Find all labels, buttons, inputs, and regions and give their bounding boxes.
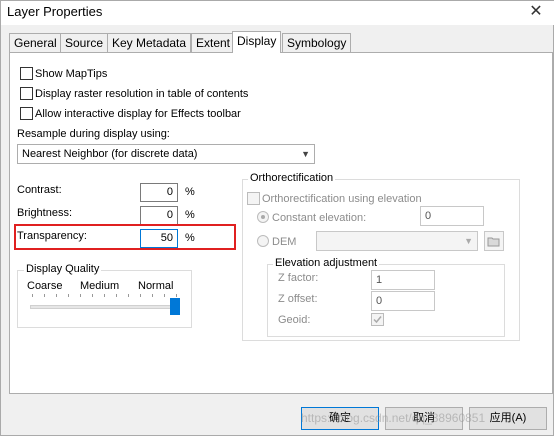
- ok-button[interactable]: 确定: [301, 407, 379, 430]
- quality-medium-label: Medium: [80, 280, 120, 292]
- cancel-button[interactable]: 取消: [385, 407, 463, 430]
- window-title: Layer Properties: [7, 4, 103, 19]
- transparency-label: Transparency:: [17, 230, 87, 242]
- raster-resolution-checkbox[interactable]: [20, 87, 33, 100]
- title-bar: Layer Properties ✕: [1, 1, 554, 25]
- effects-toolbar-label: Allow interactive display for Effects to…: [35, 108, 241, 120]
- show-maptips-checkbox[interactable]: [20, 67, 33, 80]
- browse-folder-button[interactable]: [484, 231, 504, 251]
- display-quality-title: Display Quality: [24, 263, 102, 275]
- geoid-label: Geoid:: [278, 314, 311, 326]
- close-icon[interactable]: ✕: [527, 3, 545, 21]
- brightness-label: Brightness:: [17, 207, 73, 219]
- tab-source[interactable]: Source: [60, 33, 109, 52]
- effects-toolbar-checkbox[interactable]: [20, 107, 33, 120]
- tab-key-metadata[interactable]: Key Metadata: [107, 33, 192, 52]
- display-tab-panel: Show MapTips Display raster resolution i…: [9, 52, 553, 394]
- z-offset-label: Z offset:: [278, 293, 318, 305]
- display-quality-group: [17, 270, 192, 328]
- check-icon: [373, 316, 382, 324]
- z-factor-input[interactable]: 1: [371, 270, 435, 290]
- tab-general[interactable]: General: [9, 33, 62, 52]
- contrast-label: Contrast:: [17, 184, 62, 196]
- chevron-down-icon: ▼: [464, 236, 473, 246]
- dem-label: DEM: [272, 236, 297, 248]
- raster-resolution-label: Display raster resolution in table of co…: [35, 88, 249, 100]
- elevation-adjustment-title: Elevation adjustment: [273, 257, 380, 269]
- resample-label: Resample during display using:: [17, 128, 170, 140]
- constant-elevation-label: Constant elevation:: [272, 212, 367, 224]
- resample-value: Nearest Neighbor (for discrete data): [22, 148, 198, 160]
- contrast-input[interactable]: 0: [140, 183, 178, 202]
- display-quality-slider-thumb[interactable]: [170, 298, 180, 315]
- chevron-down-icon: ▼: [301, 149, 310, 159]
- use-elevation-checkbox[interactable]: [247, 192, 260, 205]
- brightness-unit: %: [185, 209, 195, 221]
- quality-coarse-label: Coarse: [27, 280, 63, 292]
- tab-symbology[interactable]: Symbology: [282, 33, 352, 52]
- geoid-checkbox[interactable]: [371, 313, 384, 326]
- brightness-input[interactable]: 0: [140, 206, 178, 225]
- resample-dropdown[interactable]: Nearest Neighbor (for discrete data) ▼: [17, 144, 315, 164]
- display-quality-slider[interactable]: [30, 305, 180, 309]
- constant-elevation-radio[interactable]: [257, 211, 269, 223]
- constant-elevation-input[interactable]: 0: [420, 206, 484, 226]
- folder-icon: [487, 237, 500, 247]
- transparency-input[interactable]: 50: [140, 229, 178, 248]
- layer-properties-dialog: Layer Properties ✕ General Source Key Me…: [0, 0, 554, 436]
- contrast-unit: %: [185, 186, 195, 198]
- z-offset-input[interactable]: 0: [371, 291, 435, 311]
- dem-radio[interactable]: [257, 235, 269, 247]
- use-elevation-label: Orthorectification using elevation: [262, 193, 422, 205]
- transparency-unit: %: [185, 232, 195, 244]
- quality-normal-label: Normal: [138, 280, 174, 292]
- z-factor-label: Z factor:: [278, 272, 319, 284]
- show-maptips-label: Show MapTips: [35, 68, 108, 80]
- dem-dropdown[interactable]: ▼: [316, 231, 478, 251]
- tab-extent[interactable]: Extent: [191, 33, 236, 52]
- apply-button[interactable]: 应用(A): [469, 407, 547, 430]
- orthorectification-title: Orthorectification: [248, 172, 336, 184]
- tab-display[interactable]: Display: [232, 31, 282, 53]
